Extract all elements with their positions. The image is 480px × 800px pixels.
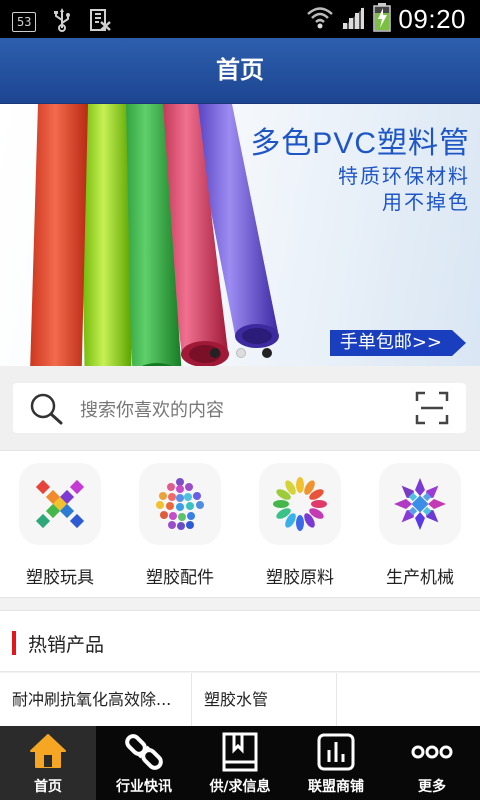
link-icon — [96, 732, 192, 772]
category-item-toys[interactable]: 塑胶玩具 — [0, 463, 120, 588]
badge-arrow — [452, 330, 466, 356]
category-item-machinery[interactable]: 生产机械 — [360, 463, 480, 588]
search-icon[interactable] — [29, 392, 65, 430]
section-title: 热销产品 — [28, 634, 105, 656]
carousel-dot-3[interactable] — [262, 348, 272, 358]
clock: 09:20 — [398, 3, 466, 34]
battery-charging-icon — [372, 2, 392, 36]
category-item-raw-materials[interactable]: 塑胶原料 — [240, 463, 360, 588]
free-shipping-badge[interactable]: 手单包邮>> — [329, 330, 452, 356]
title-bar: 首页 — [0, 38, 480, 104]
chart-icon — [288, 732, 384, 772]
tab-label: 行业快讯 — [116, 779, 172, 795]
category-item-accessories[interactable]: 塑胶配件 — [120, 463, 240, 588]
book-icon — [192, 732, 288, 772]
category-grid: 塑胶玩具 塑胶配件 塑胶原料 生产机械 — [0, 450, 480, 598]
banner-subtitle-2: 用不掉色 — [382, 190, 470, 214]
bottom-tab-bar: 首页 行业快讯 供/求信息 联盟商铺 更多 — [0, 726, 480, 800]
home-icon — [0, 732, 96, 770]
toy-icon — [19, 463, 101, 545]
tab-label: 更多 — [418, 779, 446, 795]
search-input[interactable]: 搜索你喜欢的内容 — [13, 383, 466, 433]
category-label: 生产机械 — [386, 568, 454, 588]
more-icon — [384, 732, 480, 772]
tab-industry-news[interactable]: 行业快讯 — [96, 726, 192, 800]
raw-material-icon — [259, 463, 341, 545]
hot-products-header: 热销产品 — [0, 610, 480, 672]
banner-subtitle-1: 特质环保材料 — [338, 164, 470, 188]
product-item[interactable]: 塑胶水管 — [192, 673, 337, 727]
promo-banner[interactable]: 多色PVC塑料管 特质环保材料 用不掉色 手单包邮>> — [0, 104, 480, 366]
scan-icon[interactable] — [414, 390, 450, 430]
debug-icon — [88, 8, 112, 36]
notification-count-badge: 53 — [12, 12, 37, 32]
status-bar-left: 53 — [12, 8, 112, 36]
tab-label: 首页 — [34, 779, 62, 795]
accessory-icon — [139, 463, 221, 545]
product-item[interactable] — [337, 673, 480, 727]
category-label: 塑胶玩具 — [26, 568, 94, 588]
carousel-dot-1[interactable] — [210, 348, 220, 358]
carousel-dots — [210, 348, 272, 358]
status-bar: 53 09:20 — [0, 0, 480, 38]
tab-label: 联盟商铺 — [308, 779, 364, 795]
machinery-icon — [379, 463, 461, 545]
product-item[interactable]: 耐冲刷抗氧化高效除... — [0, 673, 192, 727]
product-list: 耐冲刷抗氧化高效除... 塑胶水管 — [0, 673, 480, 727]
tab-more[interactable]: 更多 — [384, 726, 480, 800]
tab-supply-demand[interactable]: 供/求信息 — [192, 726, 288, 800]
carousel-dot-2[interactable] — [236, 348, 246, 358]
usb-icon — [52, 8, 72, 36]
tab-label: 供/求信息 — [209, 779, 271, 795]
category-label: 塑胶原料 — [266, 568, 334, 588]
section-accent-bar — [12, 631, 16, 655]
search-placeholder: 搜索你喜欢的内容 — [80, 400, 224, 421]
banner-title: 多色PVC塑料管 — [250, 127, 470, 160]
wifi-icon — [306, 3, 334, 35]
category-label: 塑胶配件 — [146, 568, 214, 588]
status-bar-right: 09:20 — [306, 2, 466, 36]
tab-home[interactable]: 首页 — [0, 726, 96, 800]
tab-alliance-shops[interactable]: 联盟商铺 — [288, 726, 384, 800]
signal-icon — [340, 3, 366, 35]
page-title: 首页 — [216, 57, 264, 84]
search-area: 搜索你喜欢的内容 — [0, 366, 480, 450]
